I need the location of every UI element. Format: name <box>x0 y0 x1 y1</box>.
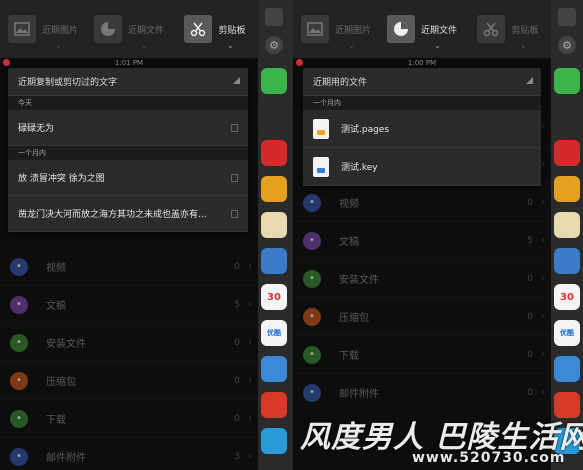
copy-icon[interactable] <box>231 210 238 218</box>
keynote-file-icon <box>313 156 329 177</box>
stamp-icon[interactable] <box>261 248 287 274</box>
recent-file-item[interactable]: 测试.pages <box>303 110 541 148</box>
popup-header: 近期复制或剪切过的文字 <box>8 68 248 96</box>
chevron-down-icon: ⌄ <box>227 41 234 50</box>
file-name: 测试.key <box>341 163 378 173</box>
weibo-icon[interactable] <box>554 176 580 202</box>
wechat-icon[interactable] <box>261 68 287 94</box>
browser-icon[interactable] <box>261 428 287 454</box>
qq-icon[interactable] <box>261 104 287 130</box>
youku-icon[interactable]: 优酷 <box>554 320 580 346</box>
paper-plane-icon[interactable] <box>261 356 287 382</box>
chevron-down-icon: ⌄ <box>434 41 441 50</box>
wechat-icon[interactable] <box>554 68 580 94</box>
left-tab-recent-files[interactable]: 近期文件 ⌄ <box>86 0 172 58</box>
image-icon <box>300 15 329 43</box>
recent-file-item[interactable]: 测试.key <box>303 148 541 186</box>
calendar-icon[interactable]: 30 <box>554 284 580 310</box>
clipboard-text: 放 溃冒冲突 徐为之图 <box>18 174 105 184</box>
window-toggle-icon[interactable] <box>265 8 283 26</box>
popup-header: 近期用的文件 <box>303 68 541 96</box>
notification-dot <box>3 59 10 66</box>
left-tab-bar: 近期图片 ⌄ 近期文件 ⌄ 剪贴板 ⌄ <box>0 0 258 58</box>
chevron-down-icon: ⌄ <box>520 41 527 50</box>
clipboard-item[interactable]: 碌碌无为 <box>8 110 248 146</box>
stamp-icon[interactable] <box>554 248 580 274</box>
notes-icon[interactable] <box>261 212 287 238</box>
status-time: 1:00 PM <box>407 59 437 67</box>
app-dock: ⚙ 30 优酷 <box>258 0 290 470</box>
recent-files-popup: 近期用的文件 一个月内 测试.pages 测试.key <box>303 68 541 186</box>
tab-label: 近期图片 <box>41 25 78 36</box>
popup-title: 近期复制或剪切过的文字 <box>18 78 118 88</box>
chevron-down-icon: ⌄ <box>141 41 148 50</box>
section-header: 一个月内 <box>8 146 248 160</box>
right-tab-recent-files[interactable]: 近期文件 ⌄ <box>379 0 465 58</box>
youku-icon[interactable]: 优酷 <box>261 320 287 346</box>
copy-icon[interactable] <box>231 124 238 132</box>
section-header: 今天 <box>8 96 248 110</box>
scissors-icon <box>477 15 506 43</box>
resize-corner-icon[interactable] <box>526 77 533 84</box>
status-time: 1:01 PM <box>114 59 144 67</box>
popup-title: 近期用的文件 <box>313 78 368 88</box>
gear-icon[interactable]: ⚙ <box>558 36 576 54</box>
tab-label: 近期文件 <box>420 25 457 36</box>
watermark: 风度男人 巴陵生活网 www.520730.com <box>300 412 583 470</box>
status-bar: 1:01 PM <box>0 58 258 68</box>
right-tab-clipboard[interactable]: 剪贴板 ⌄ <box>465 0 551 58</box>
status-bar: 1:00 PM <box>293 58 551 68</box>
left-screen: 近期图片 ⌄ 近期文件 ⌄ 剪贴板 ⌄ 1:01 PM • 视频 0 › • 文稿 5 › • 安… <box>0 0 290 470</box>
red-app-icon[interactable] <box>261 392 287 418</box>
chevron-down-icon: ⌄ <box>55 41 62 50</box>
section-header: 一个月内 <box>303 96 541 110</box>
resize-corner-icon[interactable] <box>233 77 240 84</box>
image-icon <box>7 15 36 43</box>
tab-label: 剪贴板 <box>218 25 246 36</box>
pie-chart-icon <box>386 15 415 43</box>
notes-icon[interactable] <box>554 212 580 238</box>
clipboard-item[interactable]: 凿龙门决大河而放之海方其功之未成也盖亦有... <box>8 196 248 232</box>
right-tab-recent-images[interactable]: 近期图片 ⌄ <box>293 0 379 58</box>
tab-label: 近期图片 <box>334 25 371 36</box>
watermark-url: www.520730.com <box>412 450 566 466</box>
clipboard-item[interactable]: 放 溃冒冲突 徐为之图 <box>8 160 248 196</box>
window-toggle-icon[interactable] <box>558 8 576 26</box>
file-name: 测试.pages <box>341 125 390 135</box>
clipboard-popup: 近期复制或剪切过的文字 今天 碌碌无为 一个月内 放 溃冒冲突 徐为之图 凿龙门… <box>8 68 248 232</box>
netease-music-icon[interactable] <box>554 140 580 166</box>
weibo-icon[interactable] <box>261 176 287 202</box>
chevron-down-icon: ⌄ <box>348 41 355 50</box>
app-dock: ⚙ 30 优酷 <box>551 0 583 470</box>
pie-chart-icon <box>93 15 122 43</box>
right-screen: 近期图片 ⌄ 近期文件 ⌄ 剪贴板 ⌄ 1:00 PM •图片51›•音乐0›•… <box>293 0 583 470</box>
calendar-icon[interactable]: 30 <box>261 284 287 310</box>
scissors-icon <box>184 15 213 43</box>
tab-label: 剪贴板 <box>511 25 539 36</box>
left-tab-recent-images[interactable]: 近期图片 ⌄ <box>0 0 86 58</box>
notification-dot <box>296 59 303 66</box>
tab-label: 近期文件 <box>127 25 164 36</box>
copy-icon[interactable] <box>231 174 238 182</box>
pages-file-icon <box>313 118 329 139</box>
gear-icon[interactable]: ⚙ <box>265 36 283 54</box>
netease-music-icon[interactable] <box>261 140 287 166</box>
clipboard-text: 凿龙门决大河而放之海方其功之未成也盖亦有... <box>18 210 207 220</box>
qq-icon[interactable] <box>554 104 580 130</box>
paper-plane-icon[interactable] <box>554 356 580 382</box>
left-tab-clipboard[interactable]: 剪贴板 ⌄ <box>172 0 258 58</box>
clipboard-text: 碌碌无为 <box>18 124 55 134</box>
right-tab-bar: 近期图片 ⌄ 近期文件 ⌄ 剪贴板 ⌄ <box>293 0 551 58</box>
